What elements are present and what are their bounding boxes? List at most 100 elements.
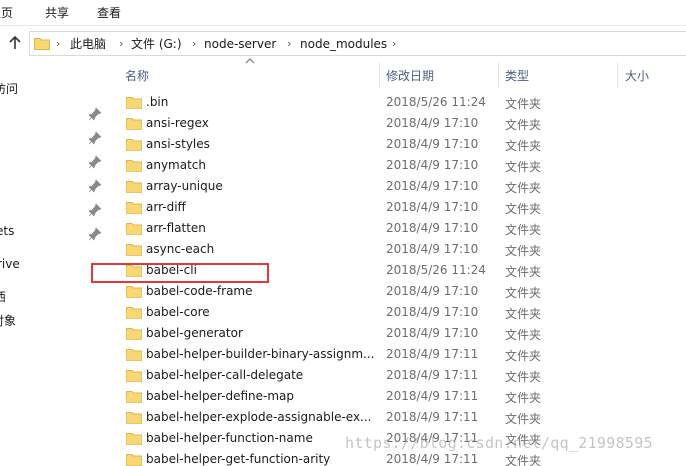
table-row[interactable]: arr-flatten 2018/4/9 17:10 文件夹: [118, 218, 686, 239]
table-row[interactable]: anymatch 2018/4/9 17:10 文件夹: [118, 155, 686, 176]
file-name: babel-helper-call-delegate: [146, 368, 304, 382]
tab-share[interactable]: 共享: [45, 4, 69, 22]
breadcrumb-this-pc[interactable]: 此电脑: [70, 36, 106, 52]
address-bar[interactable]: › 此电脑 › 文件 (G:) › node-server › node_mod…: [29, 31, 686, 56]
folder-icon: [126, 181, 142, 193]
column-header-type-label: 类型: [505, 69, 530, 83]
breadcrumb-separator[interactable]: ›: [56, 36, 60, 52]
file-type: 文件夹: [505, 328, 542, 342]
breadcrumb-separator[interactable]: ›: [287, 36, 291, 52]
file-modified-date: 2018/4/9 17:11: [386, 368, 479, 382]
file-type: 文件夹: [505, 265, 542, 279]
file-type: 文件夹: [505, 244, 542, 258]
file-name: babel-core: [146, 305, 210, 319]
file-type: 文件夹: [505, 160, 542, 174]
folder-icon: [126, 202, 142, 214]
file-type: 文件夹: [505, 370, 542, 384]
highlight-annotation: [91, 263, 269, 283]
breadcrumb-node-server[interactable]: node-server: [204, 36, 276, 52]
table-row[interactable]: ansi-styles 2018/4/9 17:10 文件夹: [118, 134, 686, 155]
file-modified-date: 2018/4/9 17:10: [386, 221, 479, 235]
file-type: 文件夹: [505, 286, 542, 300]
table-row[interactable]: babel-helper-define-map 2018/4/9 17:11 文件夹: [118, 386, 686, 407]
file-modified-date: 2018/5/26 11:24: [386, 263, 486, 277]
table-row[interactable]: async-each 2018/4/9 17:10 文件夹: [118, 239, 686, 260]
file-modified-date: 2018/4/9 17:10: [386, 305, 479, 319]
pin-icon[interactable]: [88, 227, 102, 241]
folder-icon: [126, 160, 142, 172]
file-modified-date: 2018/4/9 17:11: [386, 410, 479, 424]
file-modified-date: 2018/4/9 17:10: [386, 284, 479, 298]
file-type: 文件夹: [505, 118, 542, 132]
folder-icon: [126, 391, 142, 403]
nav-item-west[interactable]: 西: [0, 288, 6, 305]
folder-icon: [126, 118, 142, 130]
tab-home[interactable]: 主页: [0, 4, 13, 22]
table-row[interactable]: babel-core 2018/4/9 17:10 文件夹: [118, 302, 686, 323]
file-modified-date: 2018/4/9 17:10: [386, 179, 479, 193]
breadcrumb-separator[interactable]: ›: [392, 36, 396, 52]
pin-icon[interactable]: [88, 203, 102, 217]
up-arrow-icon[interactable]: [6, 34, 24, 52]
folder-icon: [126, 349, 142, 361]
column-header-name-label: 名称: [125, 69, 150, 83]
column-header-name[interactable]: 名称: [118, 58, 378, 90]
column-header-type[interactable]: 类型: [499, 58, 617, 90]
tab-view[interactable]: 查看: [97, 4, 121, 22]
file-name: babel-helper-get-function-arity: [146, 452, 331, 466]
folder-icon: [126, 244, 142, 256]
file-modified-date: 2018/4/9 17:11: [386, 452, 479, 466]
ribbon: 主页 共享 查看: [0, 0, 686, 26]
pin-icon[interactable]: [88, 179, 102, 193]
nav-item-sets[interactable]: ets: [0, 224, 14, 238]
breadcrumb-separator[interactable]: ›: [192, 36, 196, 52]
column-header-date-label: 修改日期: [386, 69, 435, 83]
folder-icon: [126, 97, 142, 109]
breadcrumb-node-modules[interactable]: node_modules: [300, 36, 387, 52]
table-row[interactable]: array-unique 2018/4/9 17:10 文件夹: [118, 176, 686, 197]
nav-item-drive[interactable]: rive: [0, 257, 20, 271]
table-row[interactable]: babel-generator 2018/4/9 17:10 文件夹: [118, 323, 686, 344]
address-row: › 此电脑 › 文件 (G:) › node-server › node_mod…: [0, 28, 686, 58]
nav-item-quick-access[interactable]: 访问: [0, 80, 18, 97]
file-name: babel-code-frame: [146, 284, 253, 298]
navigation-pane: 访问 ets rive 西 对象: [0, 58, 108, 466]
breadcrumb-drive[interactable]: 文件 (G:): [131, 36, 182, 52]
file-modified-date: 2018/4/9 17:11: [386, 347, 479, 361]
file-name: babel-helper-builder-binary-assignm...: [146, 347, 375, 361]
file-modified-date: 2018/4/9 17:10: [386, 326, 479, 340]
folder-icon: [126, 286, 142, 298]
file-name: babel-helper-define-map: [146, 389, 294, 403]
file-modified-date: 2018/4/9 17:10: [386, 137, 479, 151]
file-type: 文件夹: [505, 454, 542, 466]
file-type: 文件夹: [505, 97, 542, 111]
folder-icon: [126, 433, 142, 445]
file-type: 文件夹: [505, 181, 542, 195]
column-header-date[interactable]: 修改日期: [380, 58, 498, 90]
column-header-size-label: 大小: [625, 69, 650, 83]
nav-item-objects[interactable]: 对象: [0, 312, 16, 329]
folder-icon: [34, 38, 50, 50]
file-type: 文件夹: [505, 139, 542, 153]
file-modified-date: 2018/4/9 17:10: [386, 242, 479, 256]
table-row[interactable]: babel-helper-call-delegate 2018/4/9 17:11…: [118, 365, 686, 386]
folder-icon: [126, 370, 142, 382]
table-row[interactable]: arr-diff 2018/4/9 17:10 文件夹: [118, 197, 686, 218]
file-name: babel-generator: [146, 326, 243, 340]
column-header-size[interactable]: 大小: [618, 58, 686, 90]
table-row[interactable]: babel-helper-builder-binary-assignm... 20…: [118, 344, 686, 365]
table-row[interactable]: babel-code-frame 2018/4/9 17:10 文件夹: [118, 281, 686, 302]
table-row[interactable]: ansi-regex 2018/4/9 17:10 文件夹: [118, 113, 686, 134]
table-row[interactable]: .bin 2018/5/26 11:24 文件夹: [118, 92, 686, 113]
file-name: babel-helper-explode-assignable-ex...: [146, 410, 372, 424]
file-type: 文件夹: [505, 412, 542, 426]
breadcrumb-separator[interactable]: ›: [119, 36, 123, 52]
file-modified-date: 2018/5/26 11:24: [386, 95, 486, 109]
table-row[interactable]: babel-helper-explode-assignable-ex... 201…: [118, 407, 686, 428]
file-type: 文件夹: [505, 349, 542, 363]
folder-icon: [126, 223, 142, 235]
folder-icon: [126, 139, 142, 151]
pin-icon[interactable]: [88, 155, 102, 169]
pin-icon[interactable]: [88, 131, 102, 145]
pin-icon[interactable]: [88, 107, 102, 121]
